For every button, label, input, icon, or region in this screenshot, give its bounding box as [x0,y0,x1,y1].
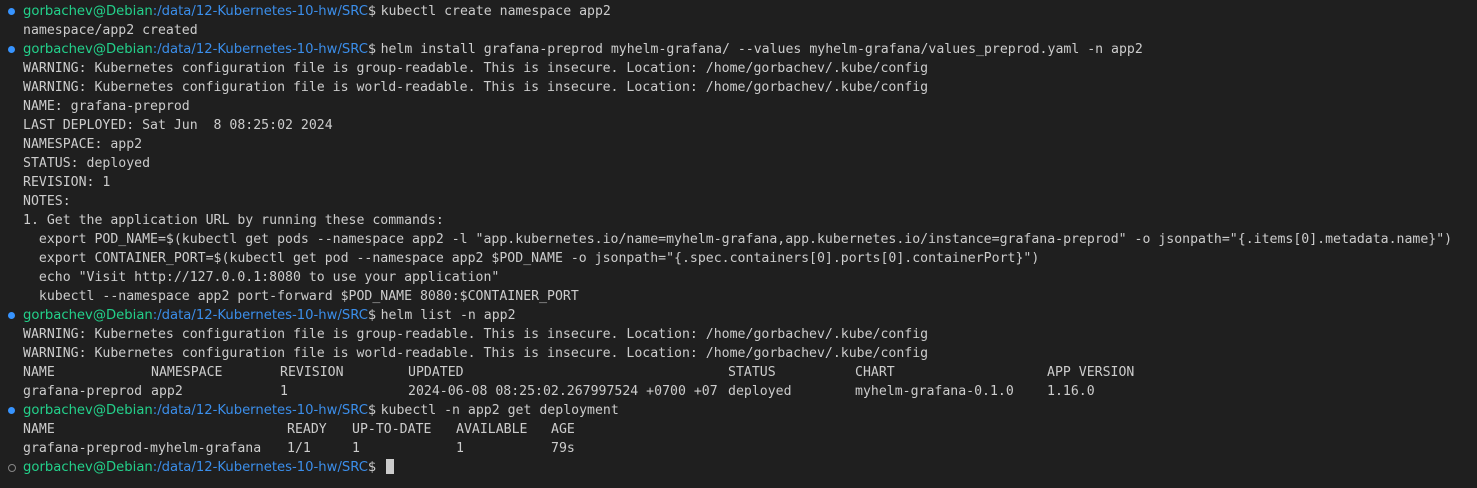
table-cell: deployed [728,384,792,399]
output-text: 1. Get the application URL by running th… [23,213,444,228]
output-line: NAMESPACE: app2 [0,135,1477,154]
output-text: WARNING: Kubernetes configuration file i… [23,61,929,76]
output-text: export CONTAINER_PORT=$(kubectl get pod … [23,251,1040,266]
prompt-line: gorbachev@Debian:/data/12-Kubernetes-10-… [0,458,1477,477]
command-text: helm install grafana-preprod myhelm-graf… [380,42,1143,57]
output-line: export POD_NAME=$(kubectl get pods --nam… [0,230,1477,249]
command-text: kubectl create namespace app2 [380,4,611,19]
prompt-symbol: $ [367,460,381,475]
output-line: STATUS: deployed [0,154,1477,173]
prompt-path: :/data/12-Kubernetes-10-hw/SRC [152,308,368,323]
table-cell: NAMESPACE [151,365,223,380]
prompt-symbol: $ [367,4,381,19]
terminal-output[interactable]: gorbachev@Debian:/data/12-Kubernetes-10-… [0,0,1477,488]
output-text: WARNING: Kubernetes configuration file i… [23,80,929,95]
prompt-symbol: $ [367,403,381,418]
prompt-symbol: $ [367,308,381,323]
prompt-line: gorbachev@Debian:/data/12-Kubernetes-10-… [0,2,1477,21]
prompt-user: gorbachev@Debian [23,460,153,475]
command-status-icon[interactable] [8,312,15,319]
output-line: NAME: grafana-preprod [0,97,1477,116]
table-cell: 1 [280,384,288,399]
prompt-user: gorbachev@Debian [23,4,153,19]
prompt-line: gorbachev@Debian:/data/12-Kubernetes-10-… [0,306,1477,325]
table-cell: READY [287,422,327,437]
output-line: echo "Visit http://127.0.0.1:8080 to use… [0,268,1477,287]
command-text: helm list -n app2 [380,308,516,323]
table-cell: UP-TO-DATE [352,422,432,437]
prompt-user: gorbachev@Debian [23,308,153,323]
table-cell: app2 [151,384,183,399]
table-row: NAME READY UP-TO-DATE AVAILABLE AGE [0,420,1477,439]
output-line: WARNING: Kubernetes configuration file i… [0,344,1477,363]
output-text: WARNING: Kubernetes configuration file i… [23,327,929,342]
table-cell: AVAILABLE [456,422,528,437]
table-cell: 1/1 [287,441,311,456]
table-cell: AGE [551,422,575,437]
output-text: NAMESPACE: app2 [23,137,143,152]
prompt-line: gorbachev@Debian:/data/12-Kubernetes-10-… [0,401,1477,420]
prompt-user: gorbachev@Debian [23,403,153,418]
prompt-user: gorbachev@Debian [23,42,153,57]
prompt-path: :/data/12-Kubernetes-10-hw/SRC [152,403,368,418]
output-line: REVISION: 1 [0,173,1477,192]
output-line: kubectl --namespace app2 port-forward $P… [0,287,1477,306]
prompt-path: :/data/12-Kubernetes-10-hw/SRC [152,4,368,19]
table-cell: 1.16.0 [1047,384,1095,399]
output-line: namespace/app2 created [0,21,1477,40]
table-cell: 1 [456,441,464,456]
command-status-icon[interactable] [8,46,15,53]
table-row: grafana-preprod-myhelm-grafana 1/1 1 1 79s [0,439,1477,458]
table-row: NAME NAMESPACE REVISION UPDATED STATUS CHART A… [0,363,1477,382]
output-text: REVISION: 1 [23,175,111,190]
table-cell: 1 [352,441,360,456]
table-cell: NAME [23,422,55,437]
prompt-path: :/data/12-Kubernetes-10-hw/SRC [152,42,368,57]
table-cell: STATUS [728,365,776,380]
output-line: NOTES: [0,192,1477,211]
output-line: 1. Get the application URL by running th… [0,211,1477,230]
output-text: LAST DEPLOYED: Sat Jun 8 08:25:02 2024 [23,118,333,133]
prompt-path: :/data/12-Kubernetes-10-hw/SRC [152,460,368,475]
output-text: kubectl --namespace app2 port-forward $P… [23,289,579,304]
table-cell: myhelm-grafana-0.1.0 [855,384,1014,399]
output-line: LAST DEPLOYED: Sat Jun 8 08:25:02 2024 [0,116,1477,135]
table-cell: UPDATED [408,365,464,380]
prompt-symbol: $ [367,42,381,57]
table-cell: NAME [23,365,55,380]
command-status-icon[interactable] [8,8,15,15]
command-status-icon[interactable] [8,407,15,414]
output-line: WARNING: Kubernetes configuration file i… [0,325,1477,344]
output-line: WARNING: Kubernetes configuration file i… [0,59,1477,78]
output-line: export CONTAINER_PORT=$(kubectl get pod … [0,249,1477,268]
table-row: grafana-preprod app2 1 2024-06-08 08:25:02.… [0,382,1477,401]
table-cell: REVISION [280,365,344,380]
output-text: NAME: grafana-preprod [23,99,190,114]
prompt-line: gorbachev@Debian:/data/12-Kubernetes-10-… [0,40,1477,59]
output-text: NOTES: [23,194,71,209]
output-text: STATUS: deployed [23,156,151,171]
command-text: kubectl -n app2 get deployment [380,403,619,418]
output-text: echo "Visit http://127.0.0.1:8080 to use… [23,270,500,285]
output-text: export POD_NAME=$(kubectl get pods --nam… [23,232,1453,247]
table-cell: grafana-preprod [23,384,143,399]
table-cell: 2024-06-08 08:25:02.267997524 +0700 +07 [408,384,718,399]
output-line: WARNING: Kubernetes configuration file i… [0,78,1477,97]
table-cell: grafana-preprod-myhelm-grafana [23,441,262,456]
output-text: WARNING: Kubernetes configuration file i… [23,346,929,361]
table-cell: CHART [855,365,895,380]
command-status-icon[interactable] [8,464,16,472]
terminal-cursor [385,459,394,474]
output-text: namespace/app2 created [23,23,198,38]
table-cell: 79s [551,441,575,456]
table-cell: APP VERSION [1047,365,1135,380]
